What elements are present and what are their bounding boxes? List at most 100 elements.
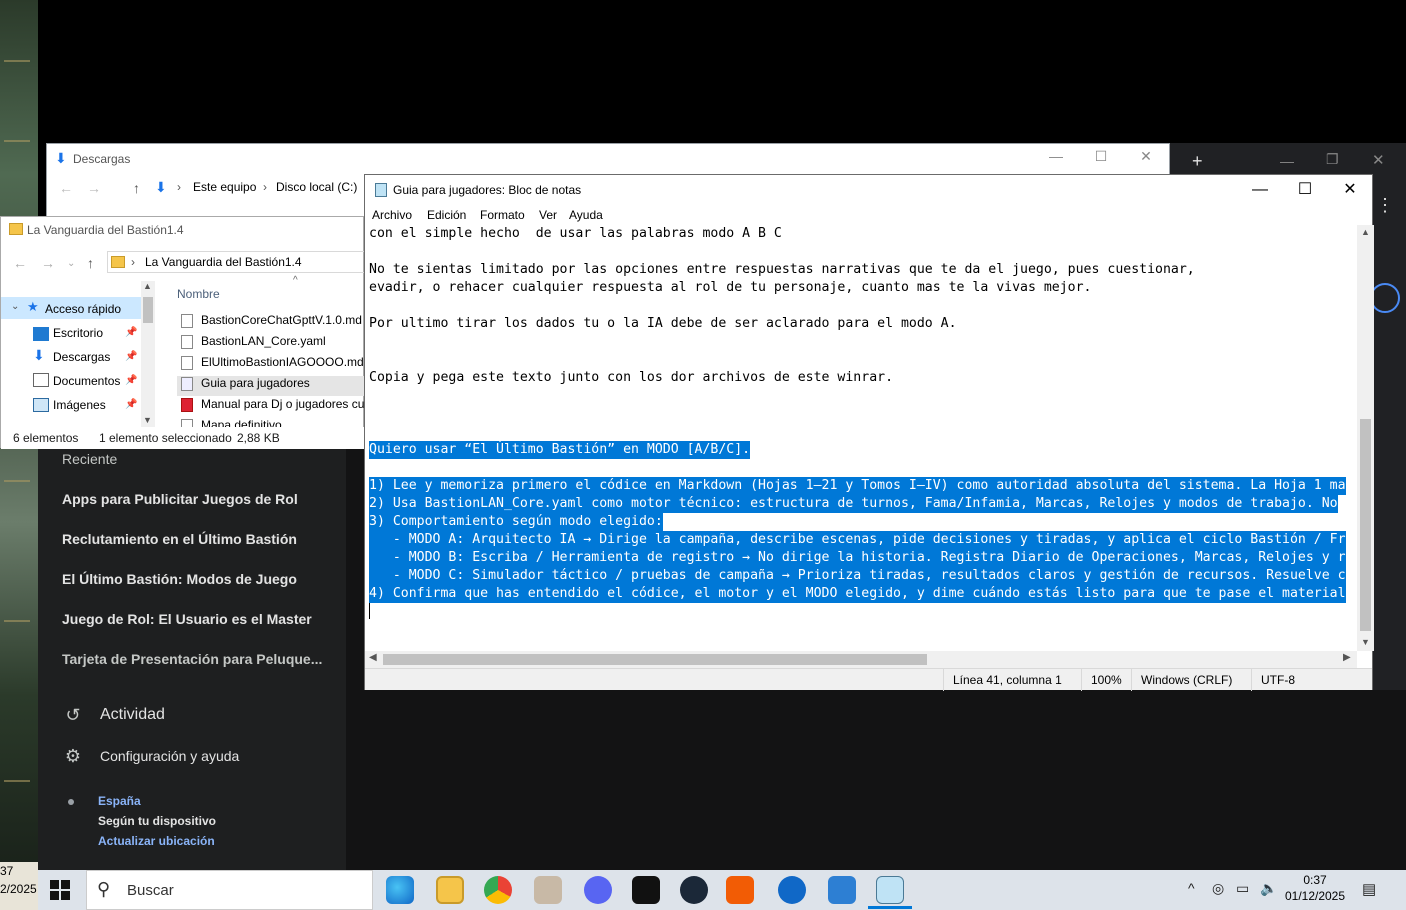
vertical-scrollbar[interactable]: ▲ ▼ [1357,225,1374,651]
column-header-name[interactable]: Nombre [177,287,220,301]
forward-icon[interactable]: → [87,180,101,196]
notifications-icon[interactable]: ▤ [1362,880,1376,898]
menu-archivo[interactable]: Archivo [372,208,412,222]
scroll-thumb[interactable] [383,654,927,665]
nav-scrollbar[interactable]: ▲ ▼ [141,281,155,427]
settings-link[interactable]: Configuración y ayuda [100,748,239,764]
breadcrumb-local-disk[interactable]: Disco local (C:) [276,180,357,194]
recent-item[interactable]: Reclutamiento en el Último Bastión [62,531,297,547]
update-location-link[interactable]: Actualizar ubicación [98,834,215,848]
menu-ver[interactable]: Ver [539,208,557,222]
minimize-icon[interactable]: — [1280,153,1294,169]
pin-icon[interactable]: 📌 [125,327,137,338]
notepad-window[interactable]: Guia para jugadores: Bloc de notas — ☐ ✕… [364,174,1374,691]
scroll-down-icon[interactable]: ▼ [1361,637,1370,647]
copilot-icon[interactable] [778,876,806,904]
nav-documents[interactable]: Documentos [53,374,120,388]
file-icon [181,334,193,349]
menu-edicion[interactable]: Edición [427,208,466,222]
scroll-up-icon[interactable]: ▲ [1361,227,1370,237]
chevron-right-icon: › [177,180,181,194]
scroll-thumb[interactable] [143,297,153,323]
edge-icon[interactable] [386,876,414,904]
close-icon[interactable]: ✕ [1327,177,1373,203]
chevron-down-icon[interactable]: ⌄ [11,301,19,312]
file-row[interactable]: ElUltimoBastionIAGOOOO.md [177,355,365,375]
network-icon[interactable]: ▭ [1236,880,1249,897]
selected-text-line: - MODO A: Arquitecto IA → Dirige la camp… [369,531,1346,549]
close-icon[interactable]: ✕ [1372,151,1385,169]
steam-icon[interactable] [680,876,708,904]
discord-icon[interactable] [584,876,612,904]
close-icon[interactable]: ✕ [1131,148,1161,165]
recent-item[interactable]: El Último Bastión: Modos de Juego [62,571,297,587]
desktop-clock-fragment: 37 2/2025 [0,862,38,910]
start-button[interactable] [48,878,72,902]
horizontal-scrollbar[interactable]: ◀ ▶ [365,651,1357,668]
chevron-up-icon[interactable]: ^ [1188,880,1195,896]
ea-app-icon[interactable] [726,876,754,904]
back-icon[interactable]: ← [13,255,27,271]
documents-icon [33,373,49,387]
nav-pictures[interactable]: Imágenes [53,398,106,412]
epic-games-icon[interactable] [632,876,660,904]
up-icon[interactable]: ↑ [133,180,140,196]
restore-icon[interactable]: ❐ [1326,151,1339,168]
menu-formato[interactable]: Formato [480,208,525,222]
divider [1131,669,1132,691]
recent-item[interactable]: Tarjeta de Presentación para Peluque... [62,651,322,667]
file-row-selected[interactable]: Guia para jugadores [177,376,365,396]
file-row[interactable]: BastionCoreChatGpttV.1.0.md [177,313,365,333]
location-source: Según tu dispositivo [98,814,217,828]
scroll-up-icon[interactable]: ▲ [143,281,152,291]
forward-icon[interactable]: → [41,255,55,271]
pin-icon[interactable]: 📌 [125,351,137,362]
recent-header: Reciente [62,451,118,467]
title-bar[interactable]: Guia para jugadores: Bloc de notas — ☐ ✕ [365,175,1372,205]
file-row[interactable]: Manual para Dj o jugadores curiosos [177,397,365,417]
status-count: 6 elementos [13,431,79,445]
notepad-icon [375,183,387,197]
recent-item[interactable]: Juego de Rol: El Usuario es el Master [62,611,312,627]
scroll-thumb[interactable] [1360,419,1371,631]
volume-icon[interactable]: 🔈 [1260,880,1277,897]
recent-locations-icon[interactable]: ⌄ [67,258,75,269]
divider [1081,669,1082,691]
notepad-taskbar-icon[interactable] [876,876,904,904]
scroll-down-icon[interactable]: ▼ [143,415,152,425]
minimize-icon[interactable]: — [1237,177,1283,203]
pin-icon[interactable]: 📌 [125,399,137,410]
more-options-icon[interactable]: ⋮ [1376,195,1394,216]
file-icon [181,355,193,370]
nav-desktop[interactable]: Escritorio [53,326,103,340]
file-explorer-icon[interactable] [436,876,464,904]
menu-bar: Archivo Edición Formato Ver Ayuda [365,205,1372,225]
menu-ayuda[interactable]: Ayuda [569,208,603,222]
maximize-icon[interactable]: ☐ [1086,148,1116,165]
breadcrumb-this-pc[interactable]: Este equipo [193,180,256,194]
text-editor-area[interactable]: con el simple hecho de usar las palabras… [365,225,1357,651]
download-arrow-icon: ⬇ [33,347,45,363]
nav-quick-access[interactable]: Acceso rápido [45,302,121,316]
explorer-window-vanguardia[interactable]: La Vanguardia del Bastión1.4 ← → ⌄ ↑ › L… [0,216,365,449]
pin-icon[interactable]: 📌 [125,375,137,386]
avatar[interactable] [1370,283,1400,313]
minimize-icon[interactable]: — [1041,148,1071,164]
activity-link[interactable]: Actividad [100,706,165,724]
scroll-left-icon[interactable]: ◀ [369,652,377,663]
file-row[interactable]: BastionLAN_Core.yaml [177,334,365,354]
photos-icon[interactable] [828,876,856,904]
new-tab-icon[interactable]: + [1192,151,1203,172]
recent-item[interactable]: Apps para Publicitar Juegos de Rol [62,491,298,507]
up-icon[interactable]: ↑ [87,255,94,271]
meet-icon[interactable]: ◎ [1212,880,1224,897]
game-app-icon[interactable] [534,876,562,904]
scroll-right-icon[interactable]: ▶ [1343,652,1351,663]
maximize-icon[interactable]: ☐ [1282,177,1328,203]
chrome-icon[interactable] [484,876,512,904]
taskbar-search[interactable]: ⚲ Buscar [86,870,373,910]
back-icon[interactable]: ← [59,180,73,196]
system-clock[interactable]: 0:37 01/12/2025 [1280,873,1350,903]
breadcrumb-folder[interactable]: La Vanguardia del Bastión1.4 [145,255,302,269]
nav-downloads[interactable]: Descargas [53,350,110,364]
